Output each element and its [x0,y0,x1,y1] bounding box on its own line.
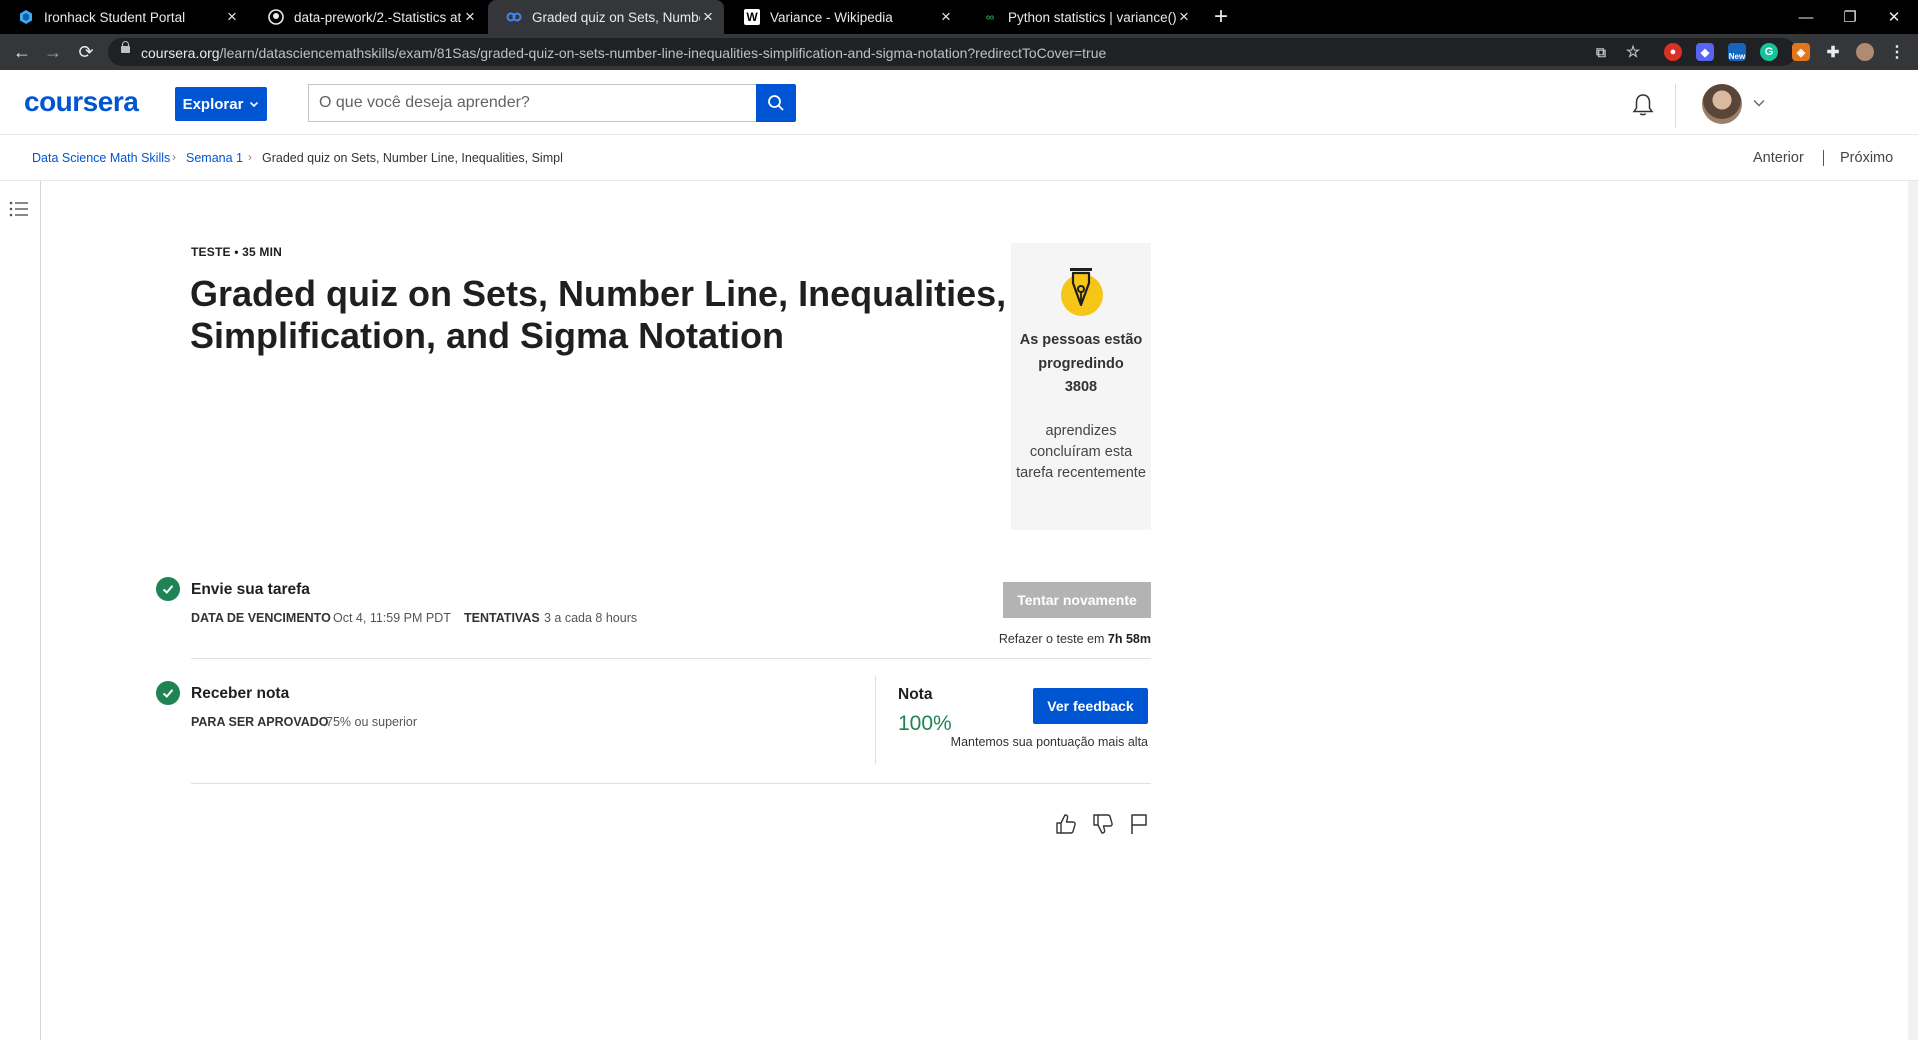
quiz-meta: TESTE • 35 MIN [191,245,283,259]
extensions-puzzle-icon[interactable]: ✚ [1824,43,1842,61]
profile-avatar-icon[interactable] [1856,43,1874,61]
previous-link[interactable]: Anterior [1753,150,1804,166]
extension-blue-icon[interactable]: ◆ [1696,43,1714,61]
page-title: Graded quiz on Sets, Number Line, Inequa… [190,273,1007,356]
attempts-label: TENTATIVAS [464,611,540,625]
tab-title: Variance - Wikipedia [770,9,893,25]
attempts-value: 3 a cada 8 hours [544,611,638,625]
progress-heading: As pessoas estão progredindo 3808 [1011,329,1151,400]
breadcrumb-course[interactable]: Data Science Math Skills [32,151,170,165]
close-icon[interactable]: × [1176,7,1192,27]
thumbs-down-icon[interactable] [1091,812,1115,836]
close-icon[interactable]: × [938,7,954,27]
step-complete-check-icon [156,577,180,601]
reload-icon[interactable]: ⟳ [74,40,98,64]
github-favicon-icon [268,9,284,25]
browser-tab-strip: Ironhack Student Portal × data-prework/2… [0,0,1918,34]
retake-countdown: Refazer o teste em 7h 58m [998,632,1151,646]
thumbs-up-icon[interactable] [1054,812,1078,836]
explore-button[interactable]: Explorar [175,87,267,121]
tab-ironhack[interactable]: Ironhack Student Portal × [0,0,248,34]
left-rail [0,181,41,1040]
extension-new-icon[interactable]: New [1728,43,1746,61]
new-tab-icon[interactable]: + [1214,3,1228,31]
header-divider [1675,84,1676,128]
due-date-value: Oct 4, 11:59 PM PDT [333,611,451,625]
tab-title: Ironhack Student Portal [44,9,186,25]
pager-divider [1823,150,1824,166]
bookmark-star-icon[interactable]: ☆ [1624,43,1642,61]
close-icon[interactable]: × [700,7,716,27]
progress-text: As pessoas estão progredindo [1019,332,1143,372]
search-input[interactable] [308,84,756,122]
section-divider [191,783,1151,784]
extension-red-icon[interactable]: ● [1664,43,1682,61]
tab-title: Python statistics | variance() - Ge [1008,9,1176,25]
tab-geeksforgeeks[interactable]: ∞ Python statistics | variance() - Ge × [964,0,1200,34]
metamask-icon[interactable]: ◈ [1792,43,1810,61]
progress-card: As pessoas estão progredindo 3808 aprend… [1011,243,1151,530]
chevron-down-icon [250,101,259,108]
grade-label: Nota [898,686,933,703]
tab-graded-quiz[interactable]: Graded quiz on Sets, Number Lin × [488,0,724,34]
submit-step-title: Envie sua tarefa [191,581,310,598]
scrollbar[interactable] [1908,181,1918,1040]
chevron-right-icon: › [248,150,252,164]
progress-subtext: aprendizes concluíram esta tarefa recent… [1016,423,1146,481]
view-feedback-button[interactable]: Ver feedback [1033,688,1148,724]
ironhack-favicon-icon [18,9,34,25]
course-outline-menu-icon[interactable] [9,200,29,218]
try-again-button[interactable]: Tentar novamente [1003,582,1151,618]
chevron-right-icon: › [172,150,176,164]
notification-bell-icon[interactable] [1630,92,1656,118]
breadcrumb-current: Graded quiz on Sets, Number Line, Inequa… [262,151,563,165]
search-icon [768,95,784,111]
tab-title: Graded quiz on Sets, Number Lin [532,9,700,25]
translate-icon[interactable]: ⧉ [1592,43,1610,61]
chevron-down-icon[interactable] [1752,96,1766,110]
step-complete-check-icon [156,681,180,705]
pass-value: 75% ou superior [326,715,418,729]
coursera-favicon-icon [506,9,522,25]
tab-github[interactable]: data-prework/2.-Statistics at ma × [250,0,486,34]
next-link[interactable]: Próximo [1840,150,1893,166]
tab-wikipedia[interactable]: W Variance - Wikipedia × [726,0,962,34]
back-icon[interactable]: ← [10,40,34,64]
geeksforgeeks-favicon-icon: ∞ [985,10,995,24]
coursera-logo[interactable]: coursera [24,86,139,118]
grade-step-title: Receber nota [191,685,290,702]
window-close-icon[interactable]: ✕ [1866,0,1918,34]
learner-count: 3808 [1064,379,1098,395]
wikipedia-favicon-icon: W [744,9,760,25]
close-icon[interactable]: × [224,7,240,27]
flag-icon[interactable] [1127,812,1151,836]
pen-nib-icon [1061,268,1103,316]
due-date-label: DATA DE VENCIMENTO [191,611,331,625]
browser-menu-icon[interactable]: ⋮ [1888,43,1906,61]
tab-title: data-prework/2.-Statistics at ma [294,9,462,25]
url-text[interactable]: coursera.org/learn/datasciencemathskills… [141,45,1106,61]
highest-score-note: Mantemos sua pontuação mais alta [950,735,1148,749]
grade-value: 100% [898,712,952,735]
forward-icon[interactable]: → [41,40,65,64]
close-icon[interactable]: × [462,7,478,27]
grammarly-icon[interactable]: G [1760,43,1778,61]
user-avatar[interactable] [1702,84,1742,124]
grade-divider [875,676,876,764]
search-button[interactable] [756,84,796,122]
lock-icon[interactable] [121,41,130,53]
section-divider [191,658,1151,659]
pass-label: PARA SER APROVADO [191,715,329,729]
breadcrumb-week[interactable]: Semana 1 [186,151,243,165]
